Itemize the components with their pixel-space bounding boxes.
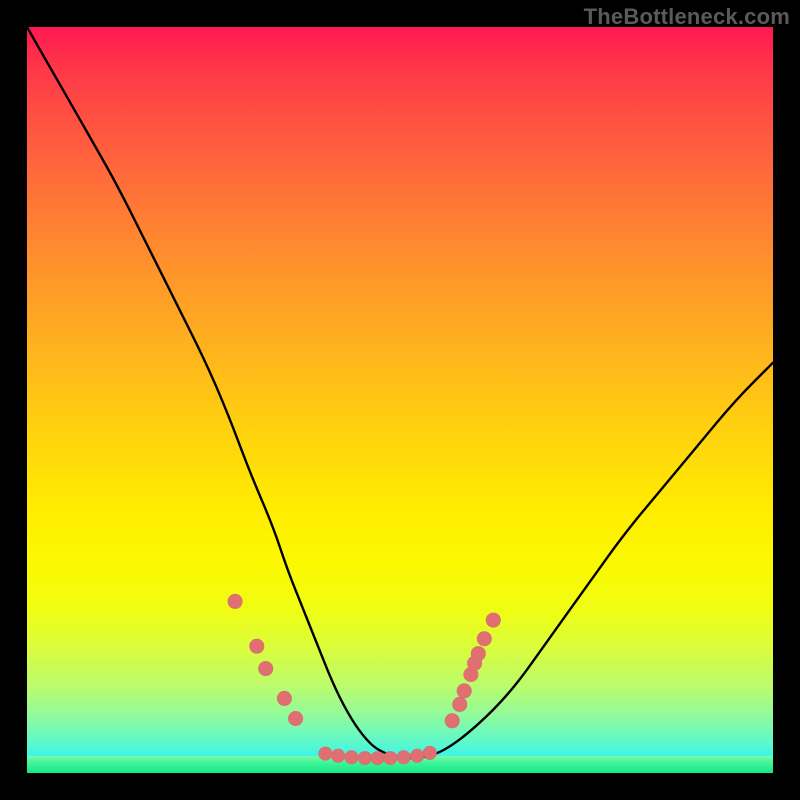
marker-dot <box>288 711 303 726</box>
marker-dot <box>452 697 467 712</box>
marker-dot <box>358 751 372 765</box>
marker-dot <box>397 750 411 764</box>
marker-dot <box>345 750 359 764</box>
marker-dot <box>249 639 264 654</box>
marker-dot <box>477 631 492 646</box>
plot-area <box>27 27 773 773</box>
marker-dot <box>331 749 345 763</box>
bottleneck-curve-path <box>27 27 773 758</box>
marker-dot <box>457 683 472 698</box>
chart-stage: TheBottleneck.com <box>0 0 800 800</box>
marker-dot <box>277 691 292 706</box>
marker-dot <box>371 751 385 765</box>
marker-dot <box>318 747 332 761</box>
marker-dot <box>471 646 486 661</box>
marker-dot <box>445 713 460 728</box>
bottleneck-curve-svg <box>27 27 773 773</box>
marker-dot <box>383 751 397 765</box>
marker-dots-left <box>228 594 304 726</box>
marker-dot <box>486 613 501 628</box>
marker-dot <box>228 594 243 609</box>
marker-dot <box>423 746 437 760</box>
marker-dot <box>258 661 273 676</box>
marker-dot <box>410 749 424 763</box>
